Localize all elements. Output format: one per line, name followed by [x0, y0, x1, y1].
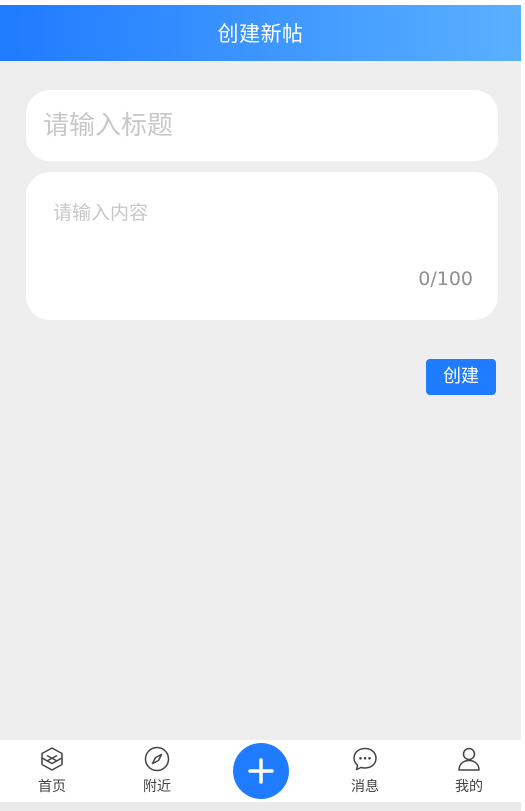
tab-label-nearby: 附近 — [143, 779, 171, 795]
tab-label-profile: 我的 — [455, 779, 483, 795]
title-field-card — [26, 90, 498, 161]
page-title: 创建新帖 — [217, 22, 304, 46]
bottom-tab-bar: 首页 附近 消息 我的 — [0, 740, 521, 802]
tab-messages[interactable]: 消息 — [330, 740, 400, 802]
tab-label-home: 首页 — [38, 779, 66, 795]
tab-label-messages: 消息 — [351, 779, 379, 795]
add-post-button[interactable] — [233, 743, 289, 799]
tab-profile[interactable]: 我的 — [434, 740, 504, 802]
tab-nearby[interactable]: 附近 — [122, 740, 192, 802]
plus-icon — [248, 758, 274, 784]
character-counter: 0/100 — [418, 268, 473, 290]
user-icon — [458, 747, 480, 771]
title-input[interactable] — [41, 104, 475, 147]
content-field-card: 0/100 — [26, 172, 498, 320]
tab-home[interactable]: 首页 — [17, 740, 87, 802]
chat-bubble-icon — [353, 747, 377, 771]
content-textarea[interactable] — [51, 196, 475, 270]
page-header: 创建新帖 — [0, 5, 521, 61]
compass-icon — [144, 746, 170, 772]
create-button[interactable]: 创建 — [426, 359, 496, 395]
app-screen: 创建新帖 0/100 创建 首页 — [0, 0, 521, 811]
cube-icon — [41, 747, 63, 771]
bottom-spacer — [0, 802, 521, 811]
